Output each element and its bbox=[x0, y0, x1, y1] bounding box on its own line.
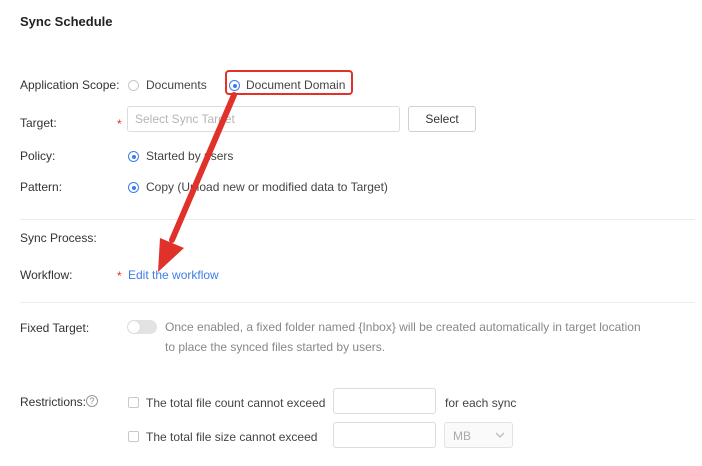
annotation-arrow-icon bbox=[158, 92, 237, 272]
